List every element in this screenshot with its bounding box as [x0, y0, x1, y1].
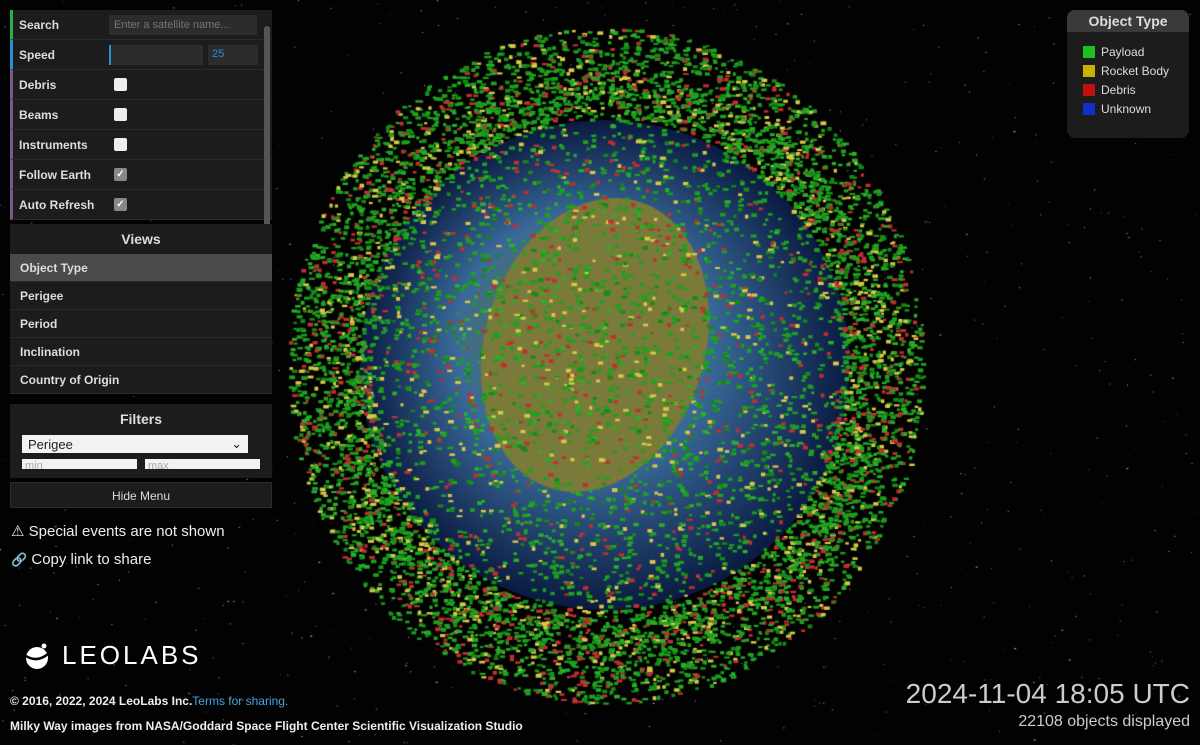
credit-text: Milky Way images from NASA/Goddard Space… [10, 719, 523, 733]
speed-label: Speed [19, 47, 56, 62]
legend-label: Unknown [1101, 102, 1152, 116]
max-input[interactable]: max [145, 459, 260, 469]
logo-icon [25, 643, 49, 669]
leolabs-logo: LEOLABS [22, 640, 202, 671]
legend-label: Rocket Body [1101, 64, 1170, 78]
filter-select[interactable]: Perigee ⌄ [22, 435, 248, 453]
legend-item: Rocket Body [1083, 64, 1189, 78]
special-events-note: ⚠ Special events are not shown [11, 522, 225, 540]
toggle-label: Instruments [19, 137, 88, 152]
views-title: Views [121, 231, 161, 247]
speed-slider[interactable] [109, 44, 203, 65]
toggle-label: Debris [19, 77, 57, 92]
legend-item: Unknown [1083, 102, 1189, 116]
copy-link[interactable]: 🔗 Copy link to share [11, 551, 151, 568]
filters-panel: Filters Perigee ⌄ min max [10, 404, 272, 478]
toggle-row: Beams [10, 100, 272, 130]
toggle-row: Auto Refresh ✓ [10, 190, 272, 220]
warning-icon: ⚠ [11, 523, 25, 540]
toggle-checkbox[interactable] [114, 108, 127, 121]
view-item[interactable]: Country of Origin [10, 366, 272, 394]
control-panel: Search Speed 25 Debris Beams Instruments Fo… [10, 10, 272, 376]
toggle-label: Follow Earth [19, 167, 91, 182]
legend: Object Type Payload Rocket Body Debris Unkn… [1067, 10, 1189, 138]
legend-swatch [1083, 103, 1095, 115]
toggle-checkbox[interactable] [114, 138, 127, 151]
object-count: 22108 objects displayed [1018, 713, 1190, 730]
toggle-row: Follow Earth ✓ [10, 160, 272, 190]
copyright-text: © 2016, 2022, 2024 LeoLabs Inc. [10, 694, 193, 708]
toggle-row: Debris [10, 70, 272, 100]
view-item[interactable]: Object Type [10, 254, 272, 282]
toggle-checkbox[interactable]: ✓ [114, 198, 127, 211]
legend-swatch [1083, 65, 1095, 77]
filters-title: Filters [119, 411, 162, 427]
legend-item: Debris [1083, 83, 1189, 97]
view-item[interactable]: Period [10, 310, 272, 338]
speed-row: Speed 25 [10, 40, 272, 70]
link-icon: 🔗 [11, 552, 28, 567]
legend-label: Payload [1101, 45, 1145, 59]
chevron-down-icon: ⌄ [231, 436, 242, 451]
copyright: © 2016, 2022, 2024 LeoLabs Inc.Terms for… [10, 694, 288, 708]
toggle-checkbox[interactable] [114, 78, 127, 91]
legend-swatch [1083, 84, 1095, 96]
toggle-checkbox[interactable]: ✓ [114, 168, 127, 181]
toggle-row: Instruments [10, 130, 272, 160]
filter-select-value: Perigee [28, 436, 73, 452]
toggle-label: Auto Refresh [19, 197, 95, 212]
views-panel: Views Object Type Perigee Period Inclinatio… [10, 224, 272, 394]
legend-item: Payload [1083, 45, 1189, 59]
legend-label: Debris [1101, 83, 1136, 97]
search-input[interactable] [109, 14, 257, 35]
special-events-text: Special events are not shown [28, 523, 225, 540]
terms-link[interactable]: Terms for sharing. [192, 694, 288, 708]
min-input[interactable]: min [22, 459, 137, 469]
legend-swatch [1083, 46, 1095, 58]
toggle-label: Beams [19, 107, 59, 122]
legend-title: Object Type [1067, 10, 1189, 32]
view-item[interactable]: Perigee [10, 282, 272, 310]
current-time: 2024-11-04 18:05 UTC [905, 678, 1190, 709]
view-item[interactable]: Inclination [10, 338, 272, 366]
copy-link-text[interactable]: Copy link to share [31, 551, 151, 568]
search-row: Search [10, 10, 272, 40]
hide-menu-button[interactable]: Hide Menu [10, 482, 272, 508]
search-label: Search [19, 17, 60, 32]
logo-text: LEOLABS [62, 640, 202, 670]
speed-value[interactable]: 25 [208, 44, 258, 65]
